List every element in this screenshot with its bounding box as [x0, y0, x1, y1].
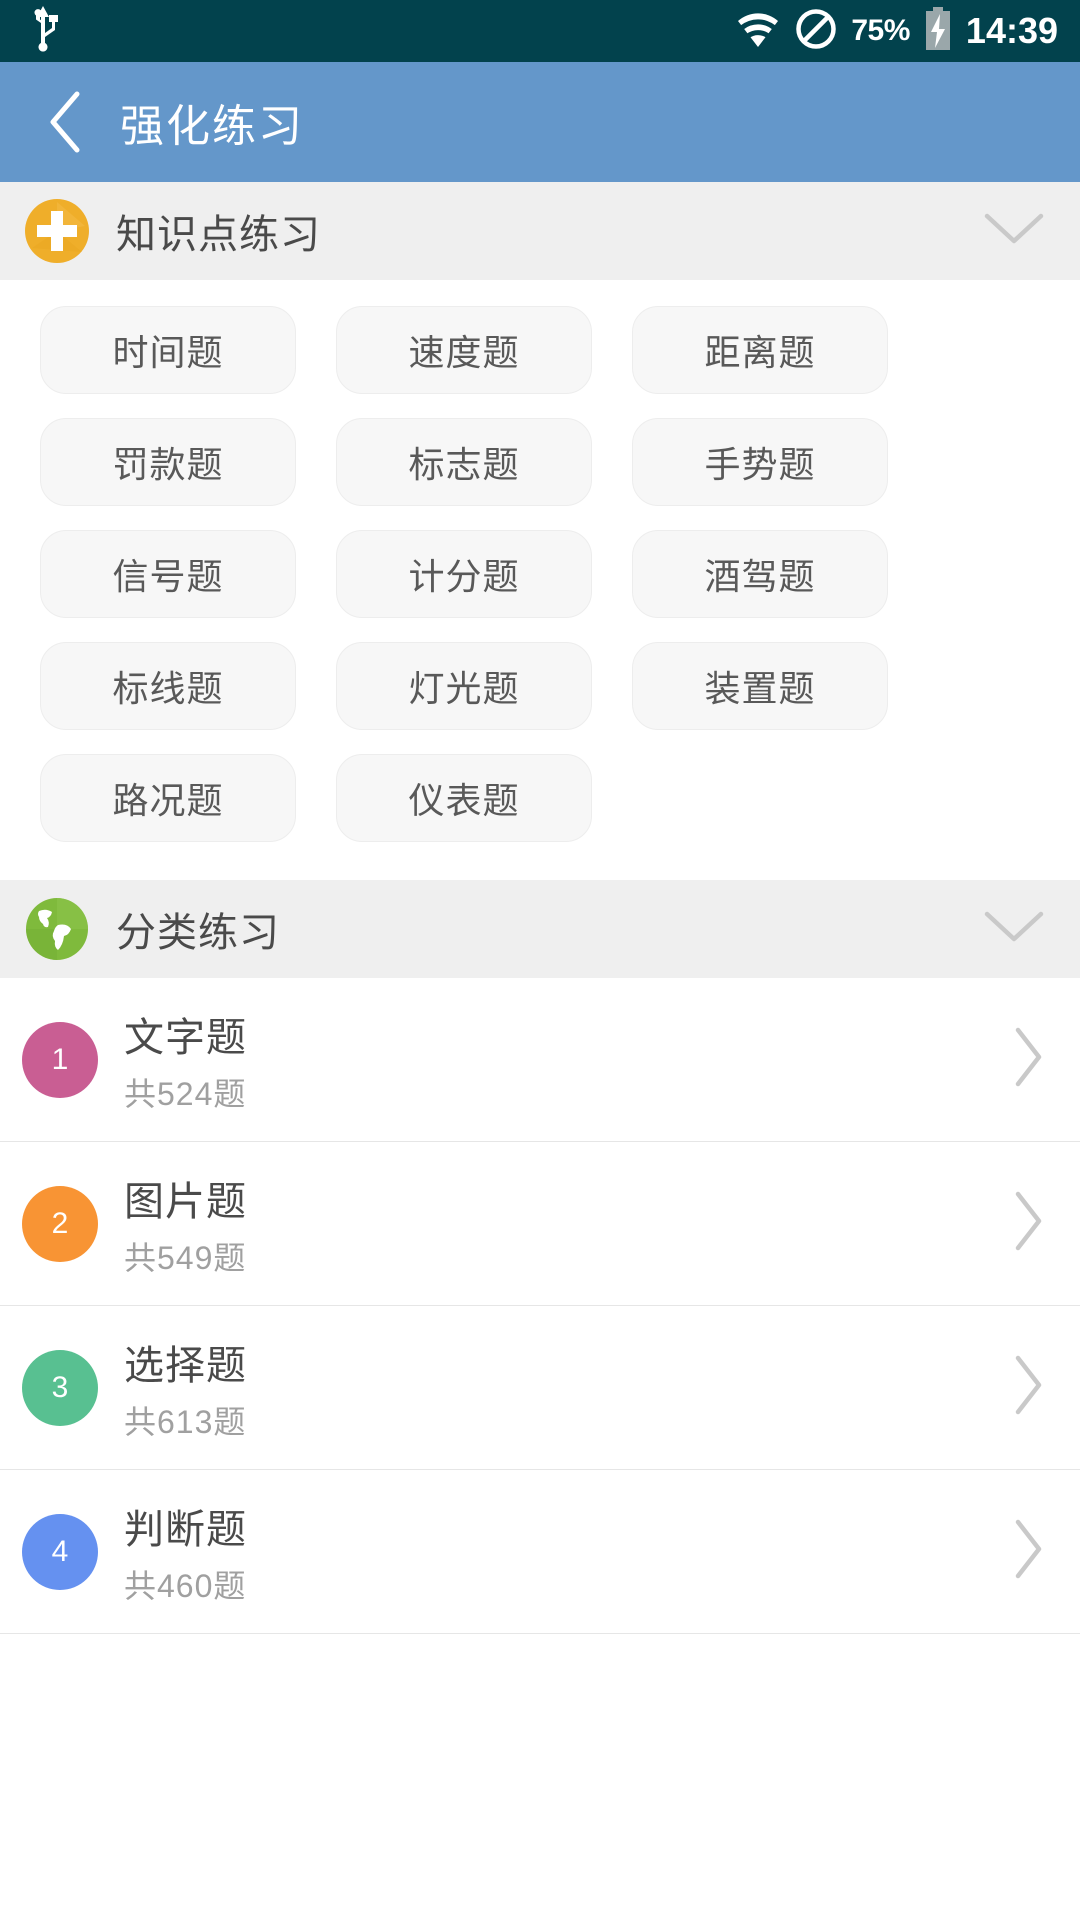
section-header-category[interactable]: 分类练习: [0, 880, 1080, 978]
chip-road[interactable]: 路况题: [40, 754, 296, 842]
list-item-text: 选择题 共613题: [124, 1333, 247, 1443]
chip-lights[interactable]: 灯光题: [336, 642, 592, 730]
item-number-badge: 3: [22, 1349, 98, 1426]
section-header-knowledge[interactable]: 知识点练习: [0, 182, 1080, 280]
globe-icon: [22, 894, 92, 964]
page-title: 强化练习: [120, 102, 304, 151]
chip-gesture[interactable]: 手势题: [632, 418, 888, 506]
do-not-disturb-icon: [795, 8, 837, 55]
back-button[interactable]: [36, 91, 98, 153]
chevron-right-icon[interactable]: [1010, 1025, 1046, 1094]
back-chevron-icon: [50, 91, 80, 153]
list-item[interactable]: 1 文字题 共524题: [0, 978, 1080, 1142]
chip-drunk[interactable]: 酒驾题: [632, 530, 888, 618]
chip-fine[interactable]: 罚款题: [40, 418, 296, 506]
chip-sign[interactable]: 标志题: [336, 418, 592, 506]
item-number: 1: [51, 1042, 69, 1076]
list-item-subtitle: 共524题: [124, 1075, 247, 1112]
section-title-knowledge: 知识点练习: [116, 213, 321, 257]
list-item-subtitle: 共460题: [124, 1567, 247, 1604]
chevron-right-icon[interactable]: [1010, 1353, 1046, 1422]
clock-label: 14:39: [965, 10, 1058, 51]
category-list: 1 文字题 共524题 2 图片题 共549题 3 选择题 共613题 4 判断…: [0, 978, 1080, 1634]
list-item-title: 判断题: [124, 1507, 247, 1552]
status-bar: 75% 14:39: [0, 0, 1080, 62]
chip-device[interactable]: 装置题: [632, 642, 888, 730]
list-item-subtitle: 共613题: [124, 1403, 247, 1440]
chevron-right-icon[interactable]: [1010, 1517, 1046, 1586]
list-item[interactable]: 4 判断题 共460题: [0, 1470, 1080, 1634]
chevron-right-icon[interactable]: [1010, 1189, 1046, 1258]
chip-distance[interactable]: 距离题: [632, 306, 888, 394]
chevron-down-icon[interactable]: [982, 908, 1046, 951]
list-item-text: 判断题 共460题: [124, 1497, 247, 1607]
battery-charging-icon: [924, 6, 952, 56]
list-item[interactable]: 3 选择题 共613题: [0, 1306, 1080, 1470]
list-item[interactable]: 2 图片题 共549题: [0, 1142, 1080, 1306]
list-item-subtitle: 共549题: [124, 1239, 247, 1276]
status-bar-right: 75% 14:39: [735, 6, 1058, 56]
usb-icon: [26, 5, 60, 57]
chip-time[interactable]: 时间题: [40, 306, 296, 394]
item-number: 2: [51, 1206, 69, 1240]
battery-percent-label: 75%: [851, 14, 910, 47]
list-item-title: 图片题: [124, 1179, 247, 1224]
list-item-title: 选择题: [124, 1343, 247, 1388]
item-number-badge: 2: [22, 1185, 98, 1262]
chip-speed[interactable]: 速度题: [336, 306, 592, 394]
item-number: 3: [51, 1370, 69, 1404]
chip-signal[interactable]: 信号题: [40, 530, 296, 618]
list-item-text: 图片题 共549题: [124, 1169, 247, 1279]
knowledge-chip-grid: 时间题 速度题 距离题 罚款题 标志题 手势题 信号题 计分题 酒驾题 标线题 …: [0, 280, 1080, 880]
section-title-category: 分类练习: [116, 911, 280, 955]
item-number: 4: [51, 1534, 69, 1568]
item-number-badge: 1: [22, 1021, 98, 1098]
status-bar-left: [26, 5, 60, 57]
chip-points[interactable]: 计分题: [336, 530, 592, 618]
list-item-title: 文字题: [124, 1015, 247, 1060]
chip-gauge[interactable]: 仪表题: [336, 754, 592, 842]
list-item-text: 文字题 共524题: [124, 1005, 247, 1115]
plus-circle-icon: [22, 196, 92, 266]
chevron-down-icon[interactable]: [982, 210, 1046, 253]
chip-marking[interactable]: 标线题: [40, 642, 296, 730]
item-number-badge: 4: [22, 1513, 98, 1590]
app-bar: 强化练习: [0, 62, 1080, 182]
wifi-icon: [735, 9, 781, 54]
